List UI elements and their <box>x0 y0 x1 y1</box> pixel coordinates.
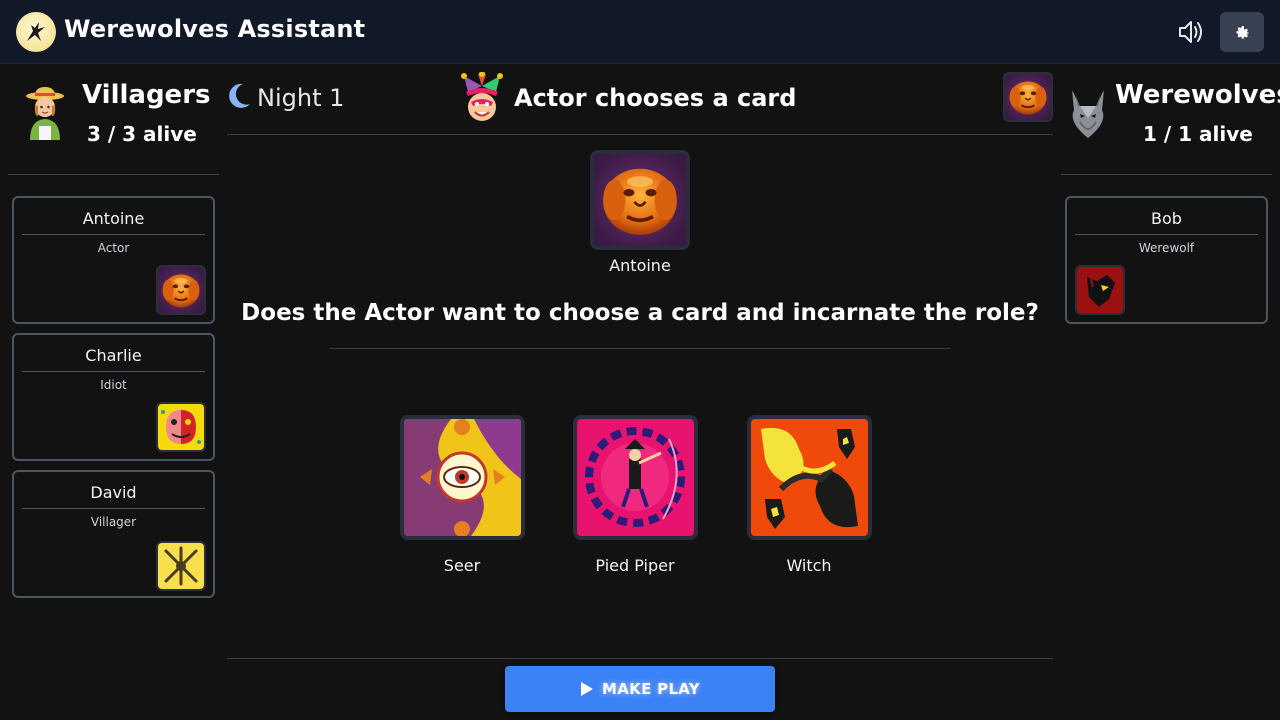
actor-card-icon <box>156 265 206 315</box>
player-role: Idiot <box>100 378 127 392</box>
pied-piper-card[interactable] <box>573 415 698 540</box>
player-card-antoine[interactable]: Antoine Actor <box>12 196 215 324</box>
player-card-charlie[interactable]: Charlie Idiot <box>12 333 215 461</box>
question-divider <box>330 348 950 349</box>
player-divider <box>1075 234 1258 235</box>
werewolves-alive-count: 1 / 1 alive <box>1143 122 1253 146</box>
player-role: Actor <box>97 241 130 255</box>
speaker-icon[interactable] <box>1176 18 1206 46</box>
player-name: Charlie <box>85 346 142 365</box>
seer-label: Seer <box>443 556 481 575</box>
player-name: Antoine <box>82 209 145 228</box>
villagers-divider <box>8 174 219 175</box>
witch-card-icon <box>751 419 868 536</box>
villager-card-icon <box>156 541 206 591</box>
player-divider <box>22 234 205 235</box>
make-play-button[interactable]: MAKE PLAY <box>505 666 775 712</box>
farmer-icon <box>24 86 66 146</box>
player-name: David <box>90 483 137 502</box>
seer-card-icon <box>404 419 521 536</box>
idiot-card-icon <box>156 402 206 452</box>
player-divider <box>22 371 205 372</box>
pied-piper-card-icon <box>577 419 694 536</box>
gear-icon <box>1236 26 1250 39</box>
villagers-team-name: Villagers <box>82 80 211 110</box>
actor-card-icon <box>1003 72 1053 122</box>
player-divider <box>22 508 205 509</box>
make-play-label: MAKE PLAY <box>602 680 700 698</box>
step-title: Actor chooses a card <box>514 84 797 112</box>
werewolves-divider <box>1061 174 1272 175</box>
player-role: Werewolf <box>1138 241 1195 255</box>
center-bottom-divider <box>227 658 1053 659</box>
pied-piper-label: Pied Piper <box>595 556 675 575</box>
wolf-icon <box>1066 88 1110 144</box>
phase-label: Night 1 <box>257 84 345 112</box>
player-card-bob[interactable]: Bob Werewolf <box>1065 196 1268 324</box>
werewolves-team-name: Werewolves <box>1115 80 1280 110</box>
witch-label: Witch <box>786 556 832 575</box>
howling-wolf-logo[interactable] <box>16 12 56 52</box>
villagers-alive-count: 3 / 3 alive <box>87 122 197 146</box>
player-card-david[interactable]: David Villager <box>12 470 215 598</box>
app-title: Werewolves Assistant <box>64 15 366 43</box>
settings-button[interactable] <box>1220 12 1264 52</box>
moon-icon <box>226 82 252 114</box>
werewolf-card-icon <box>1075 265 1125 315</box>
app-header: Werewolves Assistant <box>0 0 1280 64</box>
target-player-card <box>590 150 690 250</box>
player-role: Villager <box>90 515 137 529</box>
seer-card[interactable] <box>400 415 525 540</box>
center-top-divider <box>227 134 1053 135</box>
witch-card[interactable] <box>747 415 872 540</box>
target-player-name: Antoine <box>609 256 671 275</box>
jester-mask-icon <box>456 71 508 128</box>
action-question: Does the Actor want to choose a card and… <box>241 300 1039 326</box>
play-icon <box>581 682 594 696</box>
player-name: Bob <box>1151 209 1182 228</box>
